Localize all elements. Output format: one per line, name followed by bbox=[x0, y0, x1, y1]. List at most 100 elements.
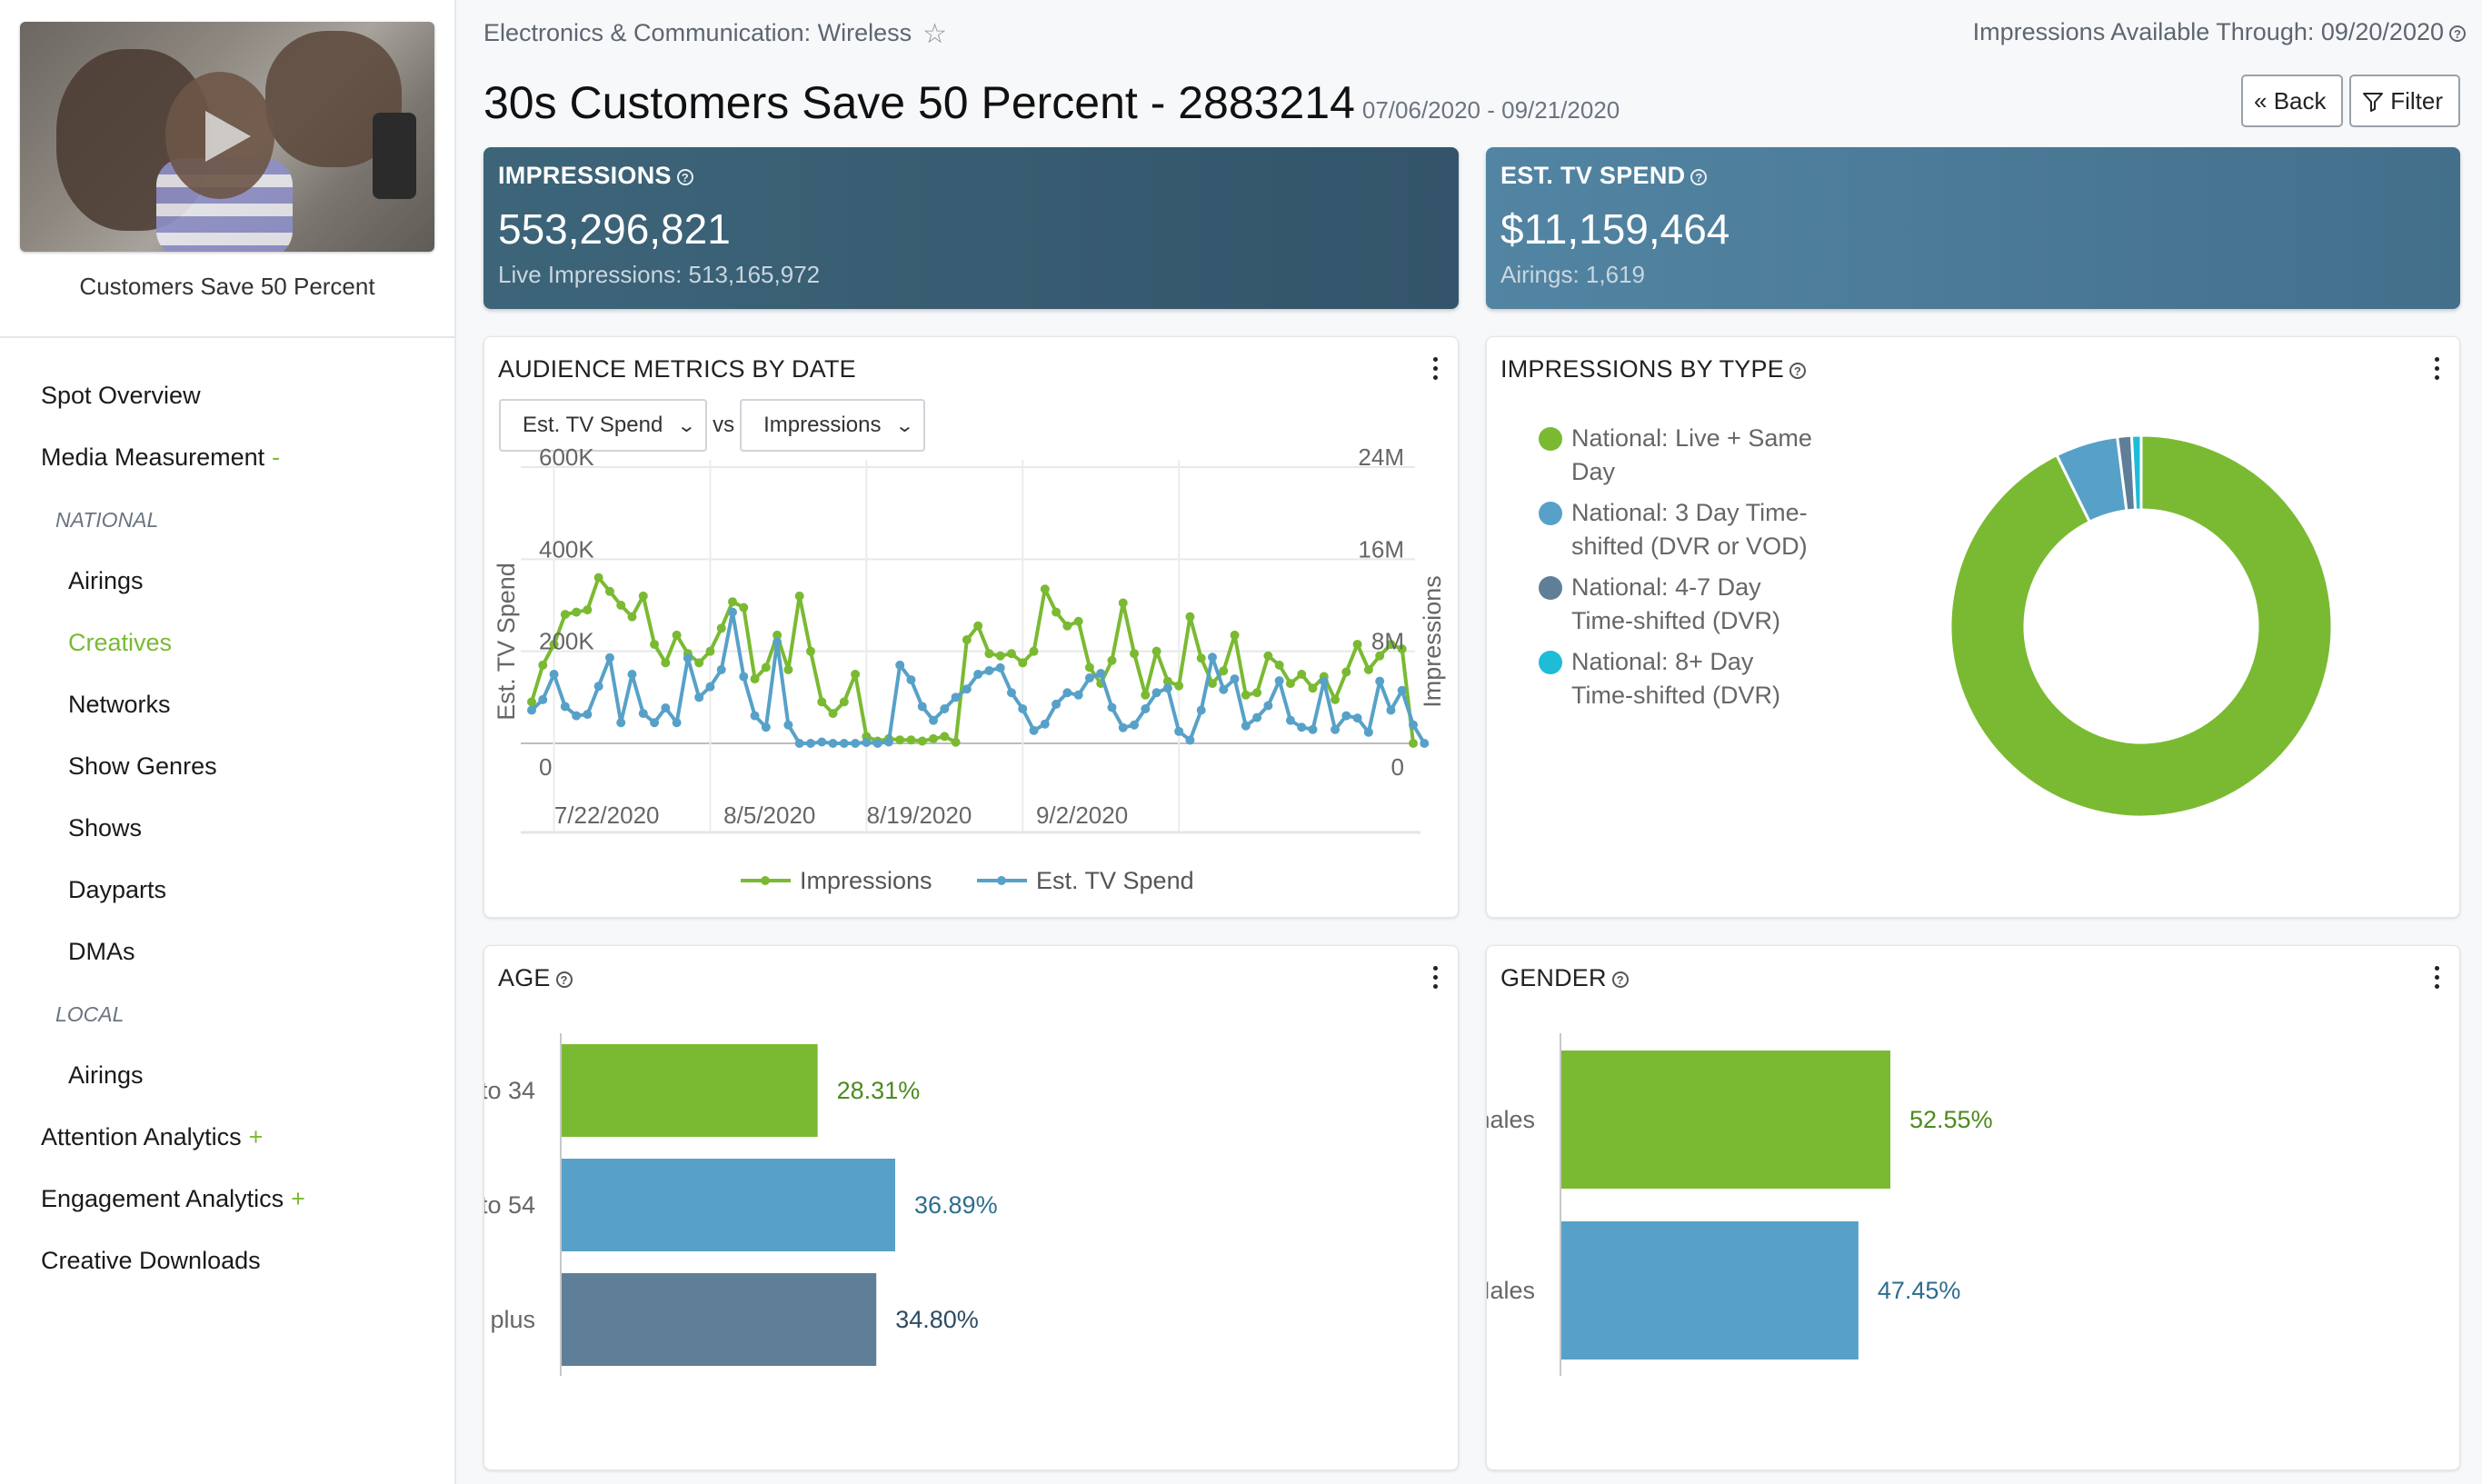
sidebar-item-networks[interactable]: Networks bbox=[68, 691, 171, 719]
data-point[interactable] bbox=[984, 665, 994, 675]
data-point[interactable] bbox=[828, 739, 838, 748]
data-point[interactable] bbox=[761, 662, 771, 672]
legend-item[interactable]: National: 8+ Day Time-shifted (DVR) bbox=[1539, 648, 1780, 709]
filter-button[interactable]: Filter bbox=[2349, 75, 2460, 127]
play-icon[interactable] bbox=[205, 111, 251, 162]
data-point[interactable] bbox=[716, 664, 726, 674]
data-point[interactable] bbox=[583, 710, 593, 720]
sidebar-item-media-measurement[interactable]: Media Measurement - bbox=[41, 443, 280, 472]
data-point[interactable] bbox=[1263, 651, 1273, 661]
data-point[interactable] bbox=[1029, 725, 1039, 735]
data-point[interactable] bbox=[1162, 683, 1172, 693]
data-point[interactable] bbox=[828, 709, 838, 719]
data-point[interactable] bbox=[1062, 688, 1072, 698]
data-point[interactable] bbox=[1397, 685, 1407, 695]
bar[interactable] bbox=[562, 1273, 877, 1366]
legend-item-impressions[interactable]: Impressions bbox=[741, 867, 932, 894]
data-point[interactable] bbox=[1409, 720, 1418, 730]
sidebar-item-airings[interactable]: Airings bbox=[68, 1061, 144, 1090]
data-point[interactable] bbox=[739, 672, 749, 682]
data-point[interactable] bbox=[672, 718, 682, 728]
legend-item-est-tv-spend[interactable]: Est. TV Spend bbox=[977, 867, 1194, 894]
data-point[interactable] bbox=[638, 591, 648, 601]
sidebar-item-attention-analytics[interactable]: Attention Analytics + bbox=[41, 1123, 263, 1151]
data-point[interactable] bbox=[817, 697, 827, 707]
sidebar-item-airings[interactable]: Airings bbox=[68, 567, 144, 595]
data-point[interactable] bbox=[1141, 704, 1151, 713]
data-point[interactable] bbox=[1297, 670, 1307, 679]
data-point[interactable] bbox=[549, 670, 559, 679]
data-point[interactable] bbox=[929, 715, 939, 725]
data-point[interactable] bbox=[895, 660, 905, 670]
data-point[interactable] bbox=[984, 649, 994, 659]
data-point[interactable] bbox=[1084, 662, 1094, 672]
data-point[interactable] bbox=[839, 739, 849, 748]
data-point[interactable] bbox=[1420, 739, 1430, 748]
bar[interactable] bbox=[1561, 1221, 1859, 1360]
data-point[interactable] bbox=[1308, 683, 1318, 693]
data-point[interactable] bbox=[1018, 704, 1028, 713]
sidebar-item-creative-downloads[interactable]: Creative Downloads bbox=[41, 1247, 261, 1275]
data-point[interactable] bbox=[627, 612, 637, 622]
data-point[interactable] bbox=[1274, 660, 1284, 670]
data-point[interactable] bbox=[1241, 721, 1251, 731]
data-point[interactable] bbox=[661, 658, 671, 668]
data-point[interactable] bbox=[1185, 735, 1195, 745]
star-icon[interactable]: ☆ bbox=[922, 18, 947, 50]
data-point[interactable] bbox=[794, 739, 804, 748]
data-point[interactable] bbox=[1331, 694, 1341, 704]
data-point[interactable] bbox=[650, 718, 660, 728]
data-point[interactable] bbox=[627, 670, 637, 679]
data-point[interactable] bbox=[1363, 664, 1373, 674]
data-point[interactable] bbox=[650, 640, 660, 650]
data-point[interactable] bbox=[973, 621, 983, 631]
data-point[interactable] bbox=[817, 737, 827, 747]
data-point[interactable] bbox=[1073, 690, 1083, 700]
data-point[interactable] bbox=[995, 662, 1005, 672]
data-point[interactable] bbox=[1006, 649, 1016, 659]
data-point[interactable] bbox=[1151, 646, 1161, 656]
data-point[interactable] bbox=[1274, 676, 1284, 686]
data-point[interactable] bbox=[538, 660, 548, 670]
data-point[interactable] bbox=[929, 733, 939, 743]
sidebar-item-spot-overview[interactable]: Spot Overview bbox=[41, 382, 201, 410]
data-point[interactable] bbox=[728, 597, 738, 607]
data-point[interactable] bbox=[1219, 666, 1229, 676]
data-point[interactable] bbox=[739, 603, 749, 613]
data-point[interactable] bbox=[593, 682, 603, 692]
data-point[interactable] bbox=[572, 607, 582, 617]
expand-icon[interactable]: + bbox=[249, 1123, 264, 1150]
sidebar-item-engagement-analytics[interactable]: Engagement Analytics + bbox=[41, 1185, 305, 1213]
breadcrumb-category[interactable]: Electronics & Communication: Wireless bbox=[483, 19, 912, 46]
data-point[interactable] bbox=[962, 635, 972, 644]
data-point[interactable] bbox=[1151, 688, 1161, 698]
data-point[interactable] bbox=[638, 709, 648, 719]
data-point[interactable] bbox=[951, 737, 961, 747]
data-point[interactable] bbox=[527, 705, 536, 715]
data-point[interactable] bbox=[973, 670, 983, 679]
data-point[interactable] bbox=[583, 605, 593, 615]
data-point[interactable] bbox=[883, 737, 893, 747]
legend-item[interactable]: National: 4-7 Day Time-shifted (DVR) bbox=[1539, 573, 1780, 634]
data-point[interactable] bbox=[1409, 739, 1418, 748]
data-point[interactable] bbox=[1196, 653, 1206, 663]
creative-thumbnail[interactable] bbox=[20, 22, 434, 252]
data-point[interactable] bbox=[1096, 668, 1106, 678]
data-point[interactable] bbox=[750, 711, 760, 721]
data-point[interactable] bbox=[1107, 655, 1117, 665]
data-point[interactable] bbox=[750, 674, 760, 684]
data-point[interactable] bbox=[572, 711, 582, 721]
data-point[interactable] bbox=[616, 718, 626, 728]
bar[interactable] bbox=[562, 1044, 818, 1137]
data-point[interactable] bbox=[1241, 690, 1251, 700]
data-point[interactable] bbox=[1219, 684, 1229, 694]
data-point[interactable] bbox=[616, 601, 626, 610]
data-point[interactable] bbox=[1341, 667, 1351, 677]
data-point[interactable] bbox=[1174, 726, 1184, 736]
data-point[interactable] bbox=[851, 739, 861, 748]
data-point[interactable] bbox=[962, 684, 972, 694]
data-point[interactable] bbox=[1252, 688, 1262, 698]
data-point[interactable] bbox=[805, 739, 815, 748]
data-point[interactable] bbox=[1118, 598, 1128, 608]
data-point[interactable] bbox=[1352, 640, 1362, 650]
